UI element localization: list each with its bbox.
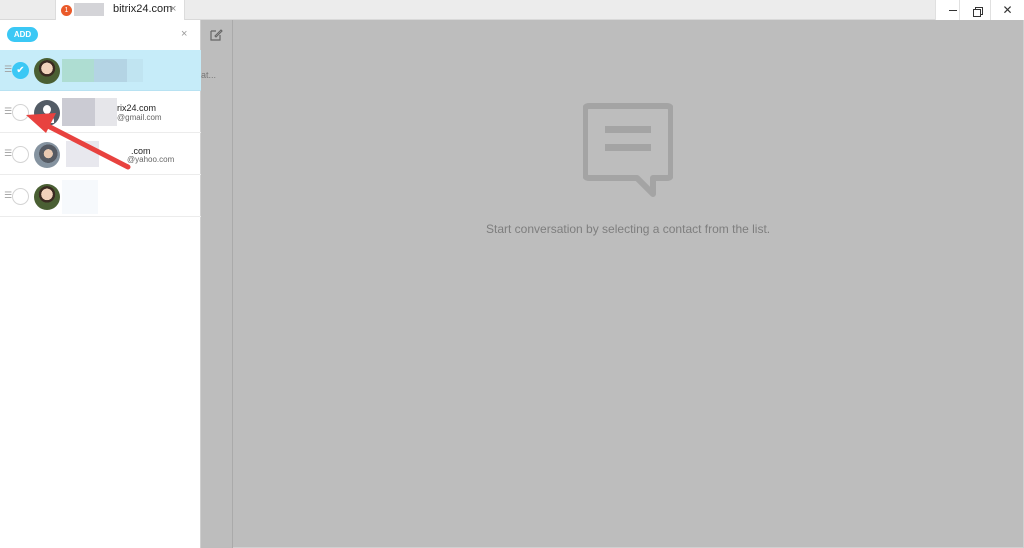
- redacted-name: [66, 141, 99, 167]
- contact-checkbox[interactable]: [12, 146, 29, 163]
- chat-list-column: at...: [201, 20, 233, 548]
- tab-close-icon[interactable]: ×: [170, 3, 176, 15]
- contact-checkbox[interactable]: ✔: [12, 62, 29, 79]
- contact-checkbox[interactable]: [12, 104, 29, 121]
- restore-icon: [972, 6, 983, 17]
- add-button[interactable]: ADD: [7, 27, 38, 42]
- contact-row[interactable]: ☰ ✔: [0, 50, 201, 91]
- title-bar: 1 bitrix24.com × ✕: [0, 0, 1024, 20]
- drag-handle-icon[interactable]: ☰: [4, 64, 12, 75]
- chat-preview-snippet: at...: [201, 70, 217, 80]
- redacted-name: [95, 98, 117, 126]
- contact-email: @gmail.com: [117, 113, 162, 122]
- contact-checkbox[interactable]: [12, 188, 29, 205]
- minimize-icon: [948, 10, 957, 12]
- redacted-name: [62, 180, 98, 214]
- default-avatar-icon: [34, 100, 60, 126]
- contact-row[interactable]: ☰ .com @yahoo.com: [0, 134, 201, 175]
- drag-handle-icon[interactable]: ☰: [4, 190, 12, 201]
- panel-close-icon[interactable]: ×: [181, 28, 187, 40]
- compose-icon[interactable]: [209, 28, 223, 42]
- avatar: [34, 58, 60, 84]
- redacted-name: [94, 59, 127, 82]
- redacted-name: [62, 98, 95, 126]
- contact-name: rix24.com: [117, 103, 157, 113]
- window-close-button[interactable]: ✕: [990, 0, 1024, 20]
- chat-bubble-icon: [583, 103, 673, 197]
- notification-badge: 1: [61, 5, 72, 16]
- contact-row[interactable]: ☰: [0, 176, 201, 217]
- drag-handle-icon[interactable]: ☰: [4, 148, 12, 159]
- redacted-name: [62, 59, 94, 82]
- contact-row[interactable]: ☰ rix24.com @gmail.com: [0, 92, 201, 133]
- tab-title: bitrix24.com: [113, 3, 173, 15]
- contact-panel: ADD × ☰ ✔ ☰ rix24.com @gmail.com ☰ .com …: [0, 20, 201, 548]
- avatar: [34, 142, 60, 168]
- redacted-name: [127, 59, 143, 82]
- redacted-tab-text: [74, 3, 104, 16]
- avatar: [34, 184, 60, 210]
- empty-state-text: Start conversation by selecting a contac…: [486, 222, 771, 236]
- restore-button[interactable]: [959, 0, 993, 20]
- drag-handle-icon[interactable]: ☰: [4, 106, 12, 117]
- contact-email: @yahoo.com: [127, 155, 175, 164]
- browser-tab[interactable]: 1 bitrix24.com ×: [55, 0, 185, 20]
